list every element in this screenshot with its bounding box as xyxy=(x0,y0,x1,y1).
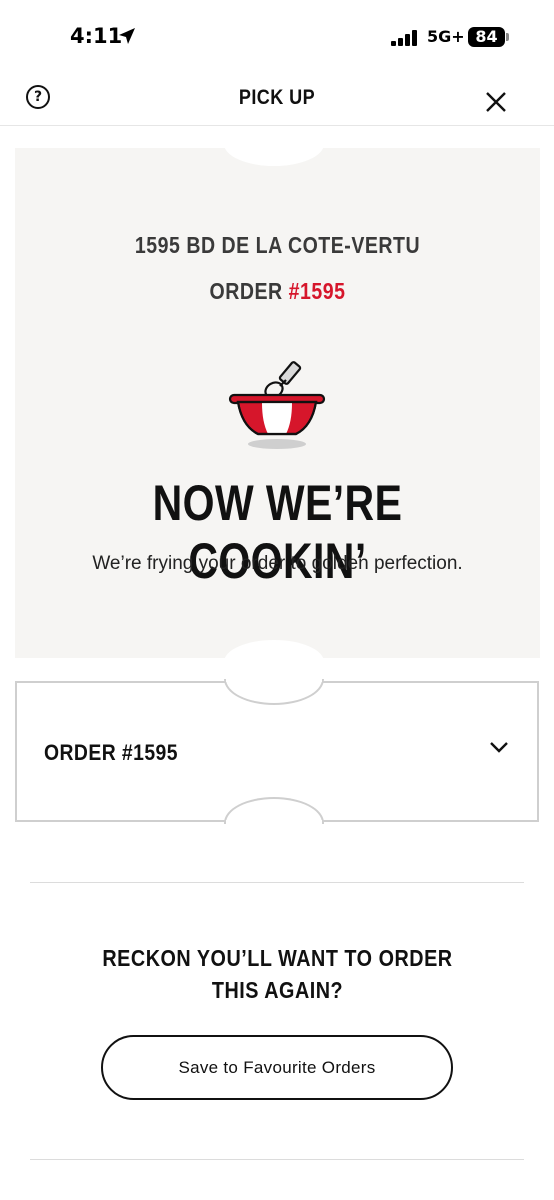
chevron-down-icon[interactable] xyxy=(488,739,510,755)
reorder-prompt-line1: RECKON YOU’LL WANT TO ORDER xyxy=(102,945,453,971)
divider xyxy=(30,882,524,883)
store-address: 1595 BD DE LA COTE-VERTU xyxy=(134,232,421,258)
battery-cap xyxy=(506,33,509,41)
reorder-prompt: RECKON YOU’LL WANT TO ORDER THIS AGAIN? xyxy=(52,942,504,1006)
mixing-bowl-icon xyxy=(228,361,326,449)
close-icon[interactable] xyxy=(484,90,508,114)
order-label: ORDER xyxy=(209,278,289,304)
reorder-prompt-line2: THIS AGAIN? xyxy=(211,977,344,1003)
order-number: #1595 xyxy=(288,278,346,304)
status-description: We’re frying your order to golden perfec… xyxy=(92,553,463,574)
accordion-notch-bottom-cover xyxy=(226,820,322,824)
status-time: 4:11 xyxy=(70,24,123,48)
location-arrow-icon xyxy=(119,28,135,44)
divider xyxy=(30,1159,524,1160)
save-favourite-button[interactable]: Save to Favourite Orders xyxy=(101,1035,453,1100)
header: ? PICK UP xyxy=(0,70,554,126)
network-type: 5G+ xyxy=(427,27,465,46)
order-number-line: ORDER #1595 xyxy=(54,278,500,305)
battery-icon: 84 xyxy=(468,27,505,47)
accordion-notch-top-cover xyxy=(226,679,322,682)
page-title: PICK UP xyxy=(238,86,316,109)
status-bar: 4:11 5G+ 84 xyxy=(0,0,554,70)
accordion-title[interactable]: ORDER #1595 xyxy=(44,740,178,766)
signal-icon xyxy=(391,30,417,46)
